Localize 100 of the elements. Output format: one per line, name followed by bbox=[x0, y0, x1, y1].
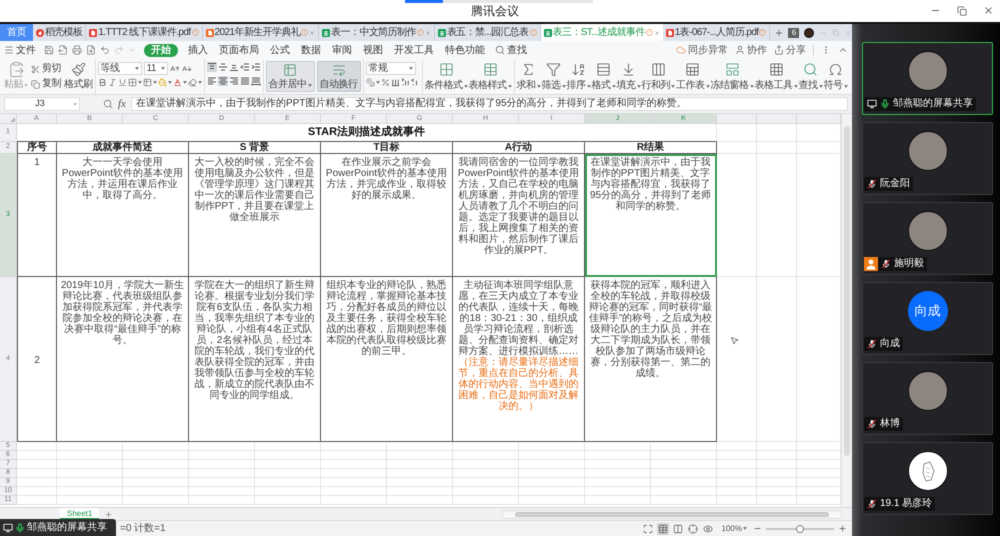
save-icon[interactable] bbox=[44, 45, 54, 55]
font-family-select[interactable]: 等线 bbox=[98, 62, 142, 75]
align-right-icon[interactable] bbox=[228, 76, 238, 86]
search-button[interactable]: 查找 bbox=[495, 42, 527, 58]
increase-font-icon[interactable] bbox=[170, 64, 180, 74]
thousands-separator-icon[interactable] bbox=[390, 78, 400, 87]
menu-tab[interactable]: 页面布局 bbox=[218, 44, 260, 56]
increase-indent-icon[interactable] bbox=[250, 62, 260, 72]
sort-icon bbox=[571, 62, 586, 77]
eraser-icon[interactable] bbox=[188, 78, 196, 87]
format-painter-button[interactable]: 格式刷 bbox=[64, 61, 92, 91]
decrease-font-icon[interactable] bbox=[182, 64, 192, 74]
table-icon[interactable] bbox=[142, 78, 152, 87]
new-tab-icon[interactable] bbox=[774, 28, 784, 38]
zoom-select[interactable]: 100% bbox=[722, 522, 747, 534]
zoom-in-icon[interactable] bbox=[838, 524, 847, 533]
number-format-select[interactable]: 常规 bbox=[366, 62, 416, 75]
font-color-icon[interactable] bbox=[172, 78, 182, 87]
ribbon-button[interactable]: 填充 bbox=[616, 59, 640, 92]
collaborate-button[interactable]: 协作 bbox=[735, 42, 767, 58]
formula-field[interactable]: 在课堂讲解演示中，由于我制作的PPT图片精美、文字与内容搭配得宜，我获得了95分的高分，并得到了老师和同学的称赞。 bbox=[130, 97, 848, 111]
menu-tab[interactable]: 视图 bbox=[362, 44, 384, 56]
slider-thumb[interactable] bbox=[796, 524, 804, 532]
close-icon[interactable] bbox=[844, 28, 852, 36]
wrap-text-button[interactable]: 自动换行 bbox=[316, 61, 360, 92]
font-size-select[interactable]: 11 bbox=[144, 62, 168, 75]
magnifier-icon[interactable] bbox=[103, 99, 113, 109]
align-left-icon[interactable] bbox=[206, 76, 216, 86]
ribbon-button[interactable]: 表格工具 bbox=[754, 59, 798, 92]
ribbon-button[interactable]: 求和 bbox=[516, 59, 540, 92]
ribbon-button[interactable]: 查找 bbox=[798, 59, 822, 92]
ribbon-button[interactable]: 排序 bbox=[566, 59, 590, 92]
menu-tab[interactable]: 特色功能 bbox=[444, 44, 486, 56]
normal-view-icon[interactable] bbox=[656, 522, 669, 534]
close-icon[interactable] bbox=[983, 5, 994, 16]
zoom-slider[interactable] bbox=[766, 524, 834, 532]
share-button[interactable]: 分享 bbox=[774, 42, 806, 58]
fullscreen-icon[interactable] bbox=[642, 522, 654, 534]
crosshair-icon[interactable] bbox=[686, 522, 699, 534]
freeze-panes-icon bbox=[724, 62, 740, 77]
participant-tile[interactable]: 林博 bbox=[862, 362, 993, 435]
align-top-icon[interactable] bbox=[206, 62, 216, 72]
file-menu[interactable]: 文件 bbox=[4, 42, 36, 58]
increase-decimal-icon[interactable] bbox=[400, 78, 410, 87]
document-tab[interactable]: 表三：ST...述成就事件 bbox=[540, 24, 663, 41]
ribbon-button[interactable]: 行和列 bbox=[642, 59, 675, 92]
user-avatar[interactable] bbox=[804, 28, 814, 38]
printer-icon[interactable] bbox=[72, 45, 82, 55]
menu-tab[interactable]: 开发工具 bbox=[393, 44, 435, 56]
italic-icon[interactable] bbox=[108, 78, 116, 87]
align-center-icon[interactable] bbox=[218, 76, 228, 86]
ribbon-button[interactable]: 表格样式 bbox=[468, 59, 512, 92]
horizontal-scrollbar[interactable] bbox=[502, 510, 842, 518]
undo-icon[interactable] bbox=[100, 45, 110, 55]
bold-icon[interactable] bbox=[98, 78, 106, 87]
participant-tile[interactable]: 施明毅 bbox=[862, 202, 993, 275]
border-icon[interactable] bbox=[128, 78, 136, 87]
window-count-badge[interactable]: 6 bbox=[788, 28, 800, 38]
distributed-icon[interactable] bbox=[250, 76, 260, 86]
sync-button[interactable]: 同步异常 bbox=[676, 42, 728, 58]
ribbon-button[interactable]: 筛选 bbox=[542, 59, 566, 92]
menu-tab[interactable]: 插入 bbox=[187, 44, 209, 56]
ribbon-button[interactable]: 工作表 bbox=[676, 59, 710, 92]
align-middle-icon[interactable] bbox=[218, 62, 228, 72]
menu-tab[interactable]: 数据 bbox=[300, 44, 322, 56]
sheet-tab[interactable]: Sheet1 bbox=[60, 508, 100, 520]
copy-button[interactable]: 复制 bbox=[31, 78, 61, 90]
fill-color-icon[interactable] bbox=[158, 78, 166, 87]
menu-tab[interactable]: 公式 bbox=[269, 44, 291, 56]
percent-icon[interactable] bbox=[380, 78, 390, 87]
ribbon-button[interactable]: 冻结窗格 bbox=[710, 59, 754, 92]
participant-tile[interactable]: 邹燕聪的屏幕共享 bbox=[862, 42, 993, 115]
decrease-decimal-icon[interactable] bbox=[410, 78, 420, 87]
ribbon-button[interactable]: 格式 bbox=[592, 59, 616, 92]
participant-tile[interactable]: 向成 向成 bbox=[862, 282, 993, 355]
name-box[interactable]: J3 bbox=[4, 97, 80, 111]
empty-cell bbox=[519, 442, 585, 451]
restore-icon[interactable] bbox=[957, 6, 967, 16]
file-arrow-icon[interactable] bbox=[58, 45, 68, 55]
decrease-indent-icon[interactable] bbox=[240, 62, 250, 72]
page-view-icon[interactable] bbox=[672, 522, 684, 534]
underline-icon[interactable] bbox=[118, 78, 126, 87]
caret-icon bbox=[308, 84, 312, 86]
ribbon-button[interactable]: 条件格式 bbox=[424, 59, 468, 92]
vertical-scrollbar[interactable] bbox=[841, 114, 852, 507]
function-label[interactable]: fx bbox=[118, 96, 126, 112]
ribbon-button[interactable]: 符号 bbox=[824, 59, 848, 92]
caret-icon bbox=[794, 84, 798, 88]
columns-icon bbox=[650, 62, 666, 77]
print-preview-icon[interactable] bbox=[86, 45, 96, 55]
coins-icon[interactable] bbox=[366, 78, 374, 87]
menu-tab[interactable]: 审阅 bbox=[331, 44, 353, 56]
caret-icon bbox=[408, 67, 412, 70]
caret-icon[interactable] bbox=[128, 46, 136, 54]
justify-icon[interactable] bbox=[240, 76, 250, 86]
participant-tile[interactable]: 阮金阳 bbox=[862, 122, 993, 195]
participant-tile[interactable]: 19.1 易彦玲 bbox=[862, 442, 993, 515]
merge-cells-button[interactable]: 合并居中 bbox=[266, 61, 314, 92]
align-bottom-icon[interactable] bbox=[228, 62, 238, 72]
cut-button[interactable]: 剪切 bbox=[31, 63, 61, 75]
